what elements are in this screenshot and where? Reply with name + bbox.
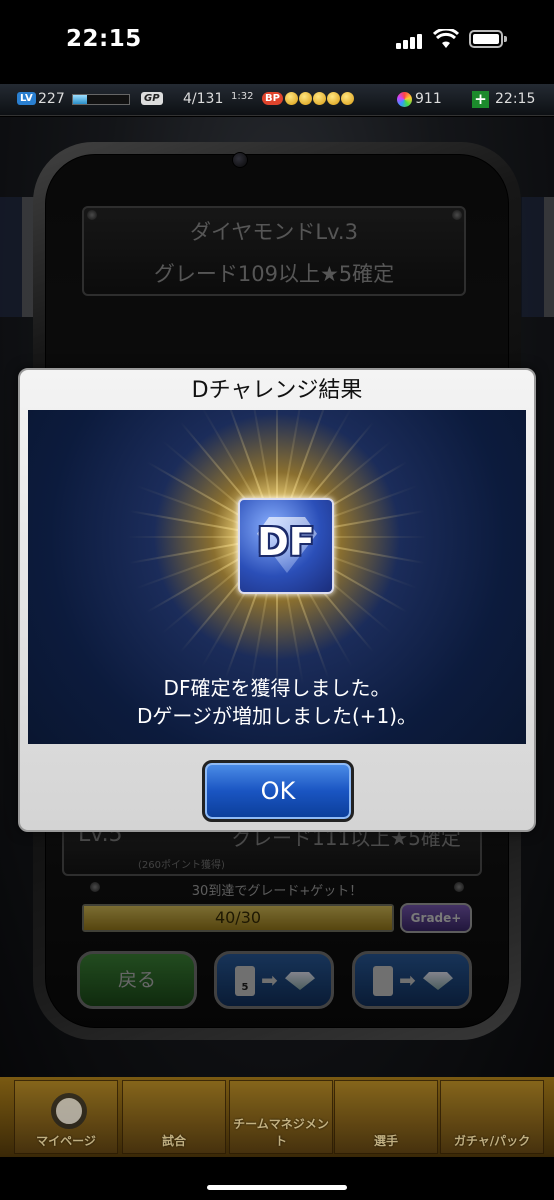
level-icon: LV bbox=[17, 92, 36, 105]
battery-icon bbox=[469, 30, 507, 48]
signal-icon bbox=[396, 33, 424, 49]
info-bar: LV 227 GP 4/131 1:32 BP 911 + 22:15 bbox=[0, 84, 554, 116]
modal-body: DF DF確定を獲得しました。 Dゲージが増加しました(+1)。 bbox=[28, 410, 526, 744]
modal-title: Dチャレンジ結果 bbox=[191, 378, 363, 403]
bp-coin-icon bbox=[341, 92, 354, 105]
nav-label: ガチャ/パック bbox=[453, 1134, 531, 1148]
nav-players[interactable]: 選手 bbox=[334, 1080, 438, 1154]
nav-team-management[interactable]: チームマネジメント bbox=[229, 1080, 333, 1154]
home-indicator[interactable] bbox=[207, 1185, 347, 1190]
nav-label: マイページ bbox=[36, 1134, 96, 1148]
bp-coin-icon bbox=[299, 92, 312, 105]
status-bar: 22:15 bbox=[0, 0, 554, 84]
bp-icon: BP bbox=[262, 92, 283, 105]
df-reward-icon: DF bbox=[238, 498, 334, 594]
bottom-nav: マイページ 試合 チームマネジメント 選手 ガチャ/パック bbox=[0, 1077, 554, 1157]
level-value: 227 bbox=[38, 91, 65, 107]
mypage-icon bbox=[51, 1093, 87, 1129]
nav-mypage[interactable]: マイページ bbox=[14, 1080, 118, 1154]
wifi-icon bbox=[433, 29, 459, 48]
bp-coins bbox=[285, 92, 355, 109]
result-modal: Dチャレンジ結果 DF DF確定を獲得しました。 Dゲージが増加しました(+1)… bbox=[18, 368, 536, 832]
gp-icon: GP bbox=[141, 92, 163, 105]
result-message-2: Dゲージが増加しました(+1)。 bbox=[136, 704, 418, 728]
bp-coin-icon bbox=[313, 92, 326, 105]
gem-icon bbox=[397, 92, 412, 107]
gem-value: 911 bbox=[415, 91, 442, 107]
ok-button[interactable]: OK bbox=[202, 760, 354, 822]
gp-timer: 1:32 bbox=[231, 91, 254, 102]
status-time: 22:15 bbox=[66, 26, 142, 52]
gp-value: 4/131 bbox=[183, 91, 224, 107]
add-gems-button[interactable]: + bbox=[472, 91, 489, 108]
exp-bar bbox=[72, 94, 130, 105]
nav-match[interactable]: 試合 bbox=[122, 1080, 226, 1154]
nav-gacha[interactable]: ガチャ/パック bbox=[440, 1080, 544, 1154]
nav-label: 選手 bbox=[373, 1134, 398, 1148]
game-clock: 22:15 bbox=[495, 91, 536, 107]
bp-coin-icon bbox=[285, 92, 298, 105]
nav-label: 試合 bbox=[161, 1134, 186, 1148]
df-icon-text: DF bbox=[257, 520, 315, 564]
bottom-safe-area bbox=[0, 1157, 554, 1200]
result-message-1: DF確定を獲得しました。 bbox=[163, 676, 391, 700]
bp-coin-icon bbox=[327, 92, 340, 105]
nav-label: チームマネジメント bbox=[233, 1117, 329, 1148]
